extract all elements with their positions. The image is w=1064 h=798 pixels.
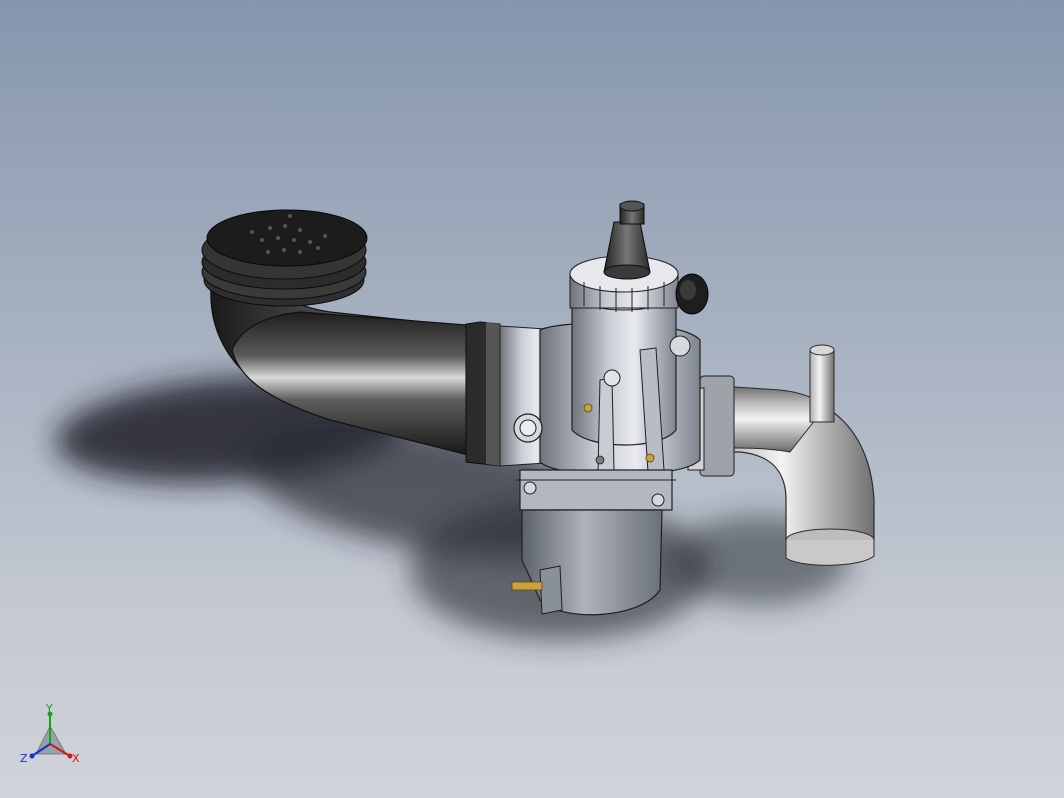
triad-x-label: X [72,752,80,765]
graphics-viewport[interactable]: Y X Z [0,0,1064,798]
float-bowl[interactable] [511,469,676,616]
coordinate-triad: Y X Z [20,702,80,765]
carburetor-body[interactable] [499,200,709,476]
air-filter-cap[interactable] [201,209,368,307]
triad-y-label: Y [45,702,53,715]
3d-model-view[interactable]: Y X Z [0,0,1064,798]
triad-z-label: Z [20,752,28,765]
